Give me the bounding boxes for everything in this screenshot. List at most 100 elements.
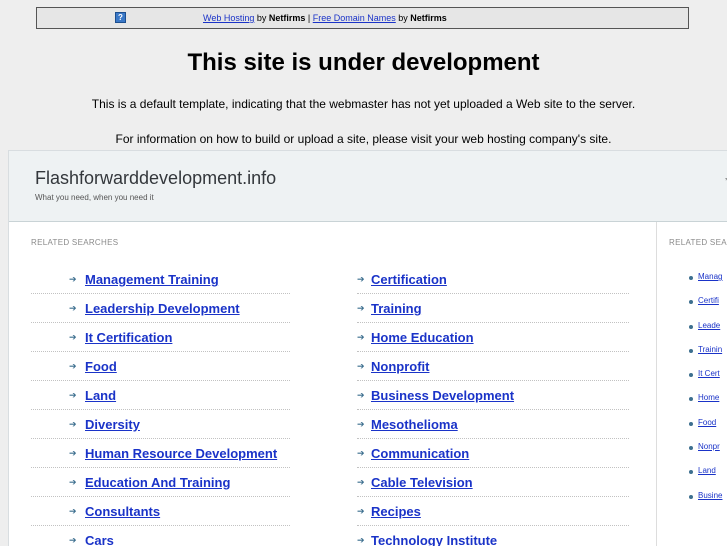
arrow-icon: ➔ [69, 506, 77, 516]
arrow-icon: ➔ [357, 448, 365, 458]
arrow-icon: ➔ [69, 419, 77, 429]
bullet-icon [689, 470, 693, 475]
list-item: ➔ Cars [31, 526, 290, 546]
side-link-land[interactable]: Land [698, 466, 716, 475]
sponsor-bar: ? Web Hosting by Netfirms | Free Domain … [36, 7, 689, 29]
arrow-icon: ➔ [69, 535, 77, 545]
search-link-diversity[interactable]: Diversity [85, 417, 140, 432]
side-link-leade[interactable]: Leade [698, 321, 720, 330]
help-icon[interactable]: ? [115, 12, 126, 23]
list-item: ➔ Technology Institute [357, 526, 629, 546]
list-item: ➔ Cable Television [357, 468, 629, 497]
bullet-icon [689, 300, 693, 305]
arrow-icon: ➔ [357, 274, 365, 284]
search-link-education-and-training[interactable]: Education And Training [85, 475, 230, 490]
bullet-icon [689, 324, 693, 329]
bullet-icon [689, 276, 693, 280]
search-link-certification[interactable]: Certification [371, 272, 447, 287]
page-title: This site is under development [187, 49, 540, 76]
search-link-home-education[interactable]: Home Education [371, 330, 474, 345]
list-item: ➔ It Certification [31, 323, 290, 352]
search-link-training[interactable]: Training [371, 301, 422, 316]
search-link-communication[interactable]: Communication [371, 446, 469, 461]
site-tagline: What you need, when you need it [35, 193, 154, 202]
arrow-icon: ➔ [69, 448, 77, 458]
side-related-searches-label: RELATED SEA [669, 238, 727, 247]
list-item: ➔ Recipes [357, 497, 629, 526]
search-link-business-development[interactable]: Business Development [371, 388, 514, 403]
search-link-food[interactable]: Food [85, 359, 117, 374]
arrow-icon: ➔ [69, 361, 77, 371]
sponsor-links: Web Hosting by Netfirms | Free Domain Na… [203, 8, 447, 28]
list-item: ➔ Nonprofit [357, 352, 629, 381]
search-link-recipes[interactable]: Recipes [371, 504, 421, 519]
list-item: ➔ Home Education [357, 323, 629, 352]
related-searches-label: RELATED SEARCHES [31, 238, 119, 247]
netfirms-brand-2: Netfirms [410, 13, 447, 23]
by-text-2: by [395, 13, 411, 23]
separator: | [305, 13, 313, 23]
bullet-icon [689, 373, 693, 378]
bullet-icon [689, 494, 693, 499]
search-link-land[interactable]: Land [85, 388, 116, 403]
search-link-consultants[interactable]: Consultants [85, 504, 160, 519]
arrow-icon: ➔ [357, 477, 365, 487]
arrow-icon: ➔ [69, 332, 77, 342]
arrow-icon: ➔ [69, 477, 77, 487]
free-domain-names-link[interactable]: Free Domain Names [313, 13, 396, 23]
related-list-right: ➔ Certification ➔ Training ➔ Home Education ➔ N… [357, 265, 629, 546]
list-item: ➔ Management Training [31, 265, 290, 294]
list-item: ➔ Training [357, 294, 629, 323]
bullet-icon [689, 348, 693, 353]
side-link-home[interactable]: Home [698, 393, 719, 402]
side-link-nonpr[interactable]: Nonpr [698, 442, 720, 451]
search-link-leadership-development[interactable]: Leadership Development [85, 301, 240, 316]
list-item: ➔ Business Development [357, 381, 629, 410]
arrow-icon: ➔ [357, 361, 365, 371]
search-link-cars[interactable]: Cars [85, 533, 114, 546]
search-link-it-certification[interactable]: It Certification [85, 330, 172, 345]
arrow-icon: ➔ [357, 419, 365, 429]
side-link-busine[interactable]: Busine [698, 491, 722, 500]
info-text-1: This is a default template, indicating t… [91, 97, 636, 111]
arrow-icon: ➔ [357, 332, 365, 342]
list-item: ➔ Consultants [31, 497, 290, 526]
list-item: ➔ Certification [357, 265, 629, 294]
side-link-food[interactable]: Food [698, 418, 716, 427]
site-title[interactable]: Flashforwarddevelopment.info [35, 168, 276, 189]
search-link-human-resource-development[interactable]: Human Resource Development [85, 446, 277, 461]
side-link-it-cert[interactable]: It Cert [698, 369, 720, 378]
list-item: ➔ Diversity [31, 410, 290, 439]
arrow-icon: ➔ [357, 506, 365, 516]
arrow-icon: ➔ [69, 303, 77, 313]
by-text-1: by [254, 13, 269, 23]
arrow-icon: ➔ [357, 535, 365, 545]
related-list-left: ➔ Management Training ➔ Leadership Developm… [31, 265, 290, 546]
list-item: ➔ Communication [357, 439, 629, 468]
side-link-certifi[interactable]: Certifi [698, 296, 719, 305]
netfirms-brand-1: Netfirms [268, 13, 306, 23]
arrow-icon: ➔ [357, 303, 365, 313]
search-link-cable-television[interactable]: Cable Television [371, 475, 473, 490]
search-link-technology-institute[interactable]: Technology Institute [371, 533, 497, 546]
list-item: ➔ Food [31, 352, 290, 381]
arrow-icon: ➔ [357, 390, 365, 400]
search-link-mesothelioma[interactable]: Mesothelioma [371, 417, 458, 432]
web-hosting-link[interactable]: Web Hosting [203, 13, 254, 23]
search-link-nonprofit[interactable]: Nonprofit [371, 359, 429, 374]
list-item: ➔ Education And Training [31, 468, 290, 497]
arrow-icon: ➔ [69, 274, 77, 284]
bullet-icon [689, 446, 693, 451]
parked-domain-panel: Flashforwarddevelopment.info What you ne… [8, 150, 727, 546]
panel-header: Flashforwarddevelopment.info What you ne… [9, 151, 727, 222]
search-link-management-training[interactable]: Management Training [85, 272, 219, 287]
list-item: ➔ Human Resource Development [31, 439, 290, 468]
arrow-icon: ➔ [69, 390, 77, 400]
side-link-trainin[interactable]: Trainin [698, 345, 722, 354]
bullet-icon [689, 421, 693, 426]
list-item: ➔ Land [31, 381, 290, 410]
bullet-icon [689, 397, 693, 402]
list-item: ➔ Mesothelioma [357, 410, 629, 439]
side-link-manag[interactable]: Manag [698, 272, 722, 281]
list-item: ➔ Leadership Development [31, 294, 290, 323]
